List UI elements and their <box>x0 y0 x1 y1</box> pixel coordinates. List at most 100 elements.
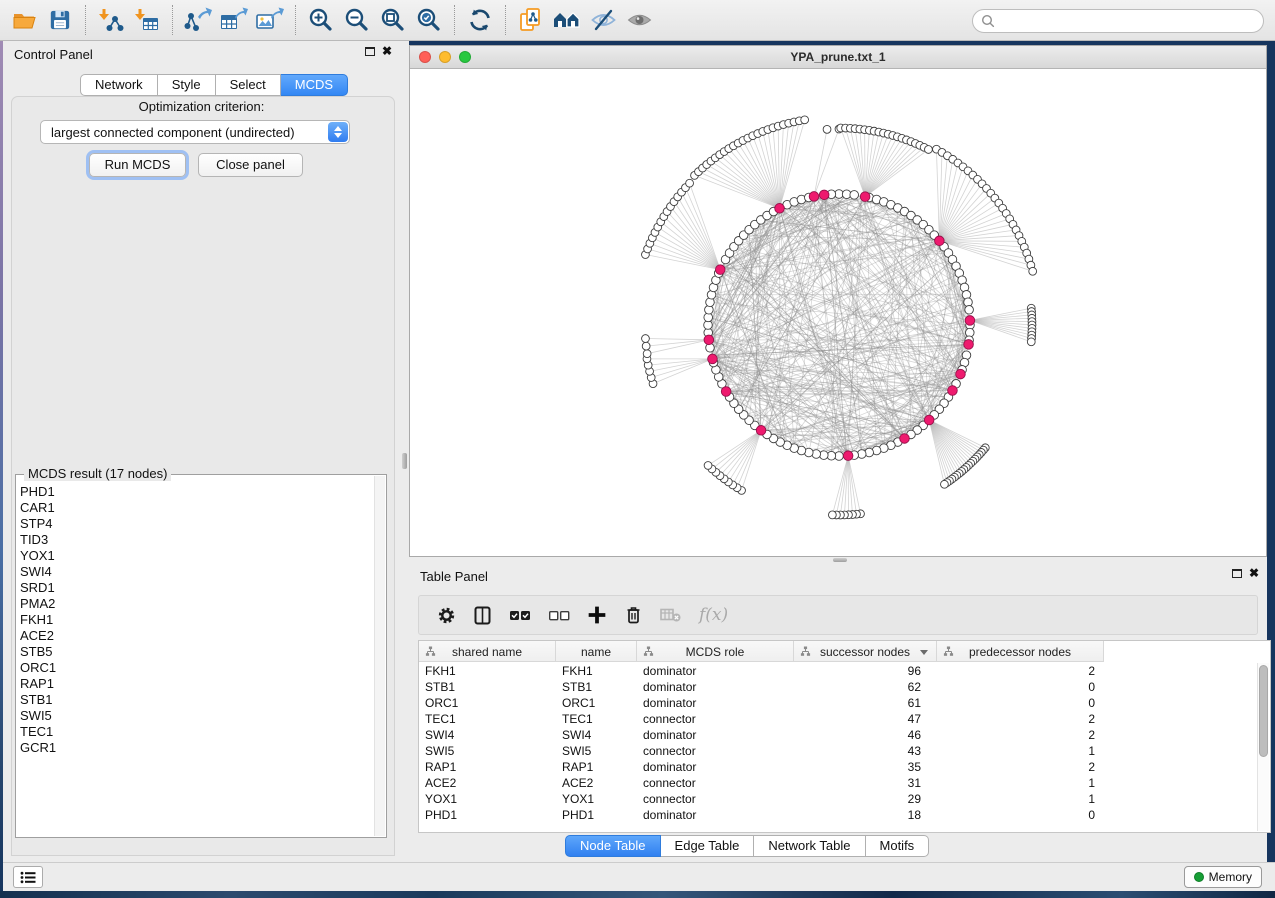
show-all-button[interactable] <box>621 4 657 36</box>
float-panel-icon[interactable] <box>1232 569 1242 578</box>
zoom-out-button[interactable] <box>339 4 375 36</box>
network-node[interactable] <box>1029 267 1037 275</box>
table-settings-button[interactable] <box>437 606 456 625</box>
network-node[interactable] <box>941 480 949 488</box>
mcds-node[interactable] <box>756 426 766 436</box>
mcds-node[interactable] <box>965 316 975 326</box>
open-session-button[interactable] <box>6 4 42 36</box>
result-node-item[interactable]: RAP1 <box>20 676 372 692</box>
result-node-item[interactable]: SWI4 <box>20 564 372 580</box>
tab-select[interactable]: Select <box>216 74 281 96</box>
network-node[interactable] <box>1027 338 1035 346</box>
result-node-item[interactable]: CAR1 <box>20 500 372 516</box>
result-node-item[interactable]: SRD1 <box>20 580 372 596</box>
mcds-node[interactable] <box>843 451 853 461</box>
zoom-in-button[interactable] <box>303 4 339 36</box>
network-node[interactable] <box>642 342 650 350</box>
table-tab-network-table[interactable]: Network Table <box>754 835 865 857</box>
copy-network-button[interactable] <box>513 4 549 36</box>
column-header-name[interactable]: name <box>556 641 637 662</box>
network-node[interactable] <box>850 191 859 200</box>
result-node-item[interactable]: YOX1 <box>20 548 372 564</box>
network-node[interactable] <box>925 146 933 154</box>
table-vertical-scrollbar[interactable] <box>1257 663 1269 831</box>
first-neighbors-button[interactable] <box>549 4 585 36</box>
table-row[interactable]: YOX1YOX1connector291 <box>419 791 1257 807</box>
table-row[interactable]: PHD1PHD1dominator180 <box>419 807 1257 823</box>
zoom-fit-button[interactable] <box>375 4 411 36</box>
close-panel-icon[interactable]: ✖ <box>382 46 392 56</box>
mcds-node[interactable] <box>704 335 714 345</box>
criterion-dropdown[interactable]: largest connected component (undirected) <box>40 120 350 144</box>
memory-button[interactable]: Memory <box>1184 866 1262 888</box>
scrollbar-thumb[interactable] <box>1259 665 1268 757</box>
result-node-item[interactable]: STB1 <box>20 692 372 708</box>
result-node-item[interactable]: PMA2 <box>20 596 372 612</box>
result-node-item[interactable]: SWI5 <box>20 708 372 724</box>
network-window-titlebar[interactable]: YPA_prune.txt_1 <box>410 46 1266 69</box>
mcds-node[interactable] <box>924 415 934 425</box>
vertical-splitter[interactable] <box>400 41 409 862</box>
zoom-selected-button[interactable] <box>411 4 447 36</box>
import-network-button[interactable] <box>93 4 129 36</box>
mcds-node[interactable] <box>775 203 785 213</box>
search-box[interactable] <box>972 9 1264 33</box>
mcds-node[interactable] <box>708 354 718 364</box>
mcds-node[interactable] <box>964 340 974 350</box>
table-row[interactable]: ORC1ORC1dominator610 <box>419 695 1257 711</box>
result-node-item[interactable]: FKH1 <box>20 612 372 628</box>
result-node-item[interactable]: GCR1 <box>20 740 372 756</box>
result-node-item[interactable]: STP4 <box>20 516 372 532</box>
table-row[interactable]: SWI4SWI4dominator462 <box>419 727 1257 743</box>
mcds-node[interactable] <box>819 190 829 200</box>
network-node[interactable] <box>965 305 974 314</box>
save-session-button[interactable] <box>42 4 78 36</box>
table-row[interactable]: TEC1TEC1connector472 <box>419 711 1257 727</box>
tab-network[interactable]: Network <box>80 74 158 96</box>
result-node-item[interactable]: ORC1 <box>20 660 372 676</box>
mcds-node[interactable] <box>900 434 910 444</box>
result-node-item[interactable]: TID3 <box>20 532 372 548</box>
mcds-node[interactable] <box>935 236 945 246</box>
export-table-button[interactable] <box>216 4 252 36</box>
hide-selected-button[interactable] <box>585 4 621 36</box>
run-mcds-button[interactable]: Run MCDS <box>89 153 186 177</box>
import-table-button[interactable] <box>129 4 165 36</box>
splitter-grip[interactable] <box>402 453 407 469</box>
deselect-all-button[interactable] <box>548 608 570 622</box>
network-node[interactable] <box>686 179 694 187</box>
delete-column-button[interactable] <box>624 605 643 625</box>
column-header-mcds-role[interactable]: MCDS role <box>637 641 794 662</box>
result-node-item[interactable]: STB5 <box>20 644 372 660</box>
network-node[interactable] <box>828 511 836 519</box>
splitter-grip[interactable] <box>833 558 847 562</box>
table-row[interactable]: FKH1FKH1dominator962 <box>419 663 1257 679</box>
result-list-scrollbar[interactable] <box>374 476 385 836</box>
table-tab-edge-table[interactable]: Edge Table <box>661 835 755 857</box>
network-node[interactable] <box>643 350 651 358</box>
tab-mcds[interactable]: MCDS <box>281 74 348 96</box>
result-node-item[interactable]: ACE2 <box>20 628 372 644</box>
table-row[interactable]: STB1STB1dominator620 <box>419 679 1257 695</box>
float-panel-icon[interactable] <box>365 47 375 56</box>
close-panel-icon[interactable]: ✖ <box>1249 568 1259 578</box>
table-tab-motifs[interactable]: Motifs <box>866 835 930 857</box>
network-node[interactable] <box>823 125 831 133</box>
mcds-node[interactable] <box>809 192 819 202</box>
result-node-item[interactable]: PHD1 <box>20 484 372 500</box>
mcds-node[interactable] <box>860 192 870 202</box>
column-header-predecessor-nodes[interactable]: predecessor nodes <box>937 641 1104 662</box>
search-input[interactable] <box>1000 11 1263 31</box>
mcds-node[interactable] <box>715 265 725 275</box>
mcds-node[interactable] <box>956 369 966 379</box>
refresh-view-button[interactable] <box>462 4 498 36</box>
network-canvas[interactable] <box>410 69 1266 556</box>
column-header-shared-name[interactable]: shared name <box>419 641 556 662</box>
table-row[interactable]: SWI5SWI5connector431 <box>419 743 1257 759</box>
tab-style[interactable]: Style <box>158 74 216 96</box>
network-node[interactable] <box>704 462 712 470</box>
show-panels-menu-button[interactable] <box>13 866 43 888</box>
table-tab-node-table[interactable]: Node Table <box>565 835 661 857</box>
show-columns-button[interactable] <box>473 606 492 625</box>
column-header-successor-nodes[interactable]: successor nodes <box>794 641 937 662</box>
